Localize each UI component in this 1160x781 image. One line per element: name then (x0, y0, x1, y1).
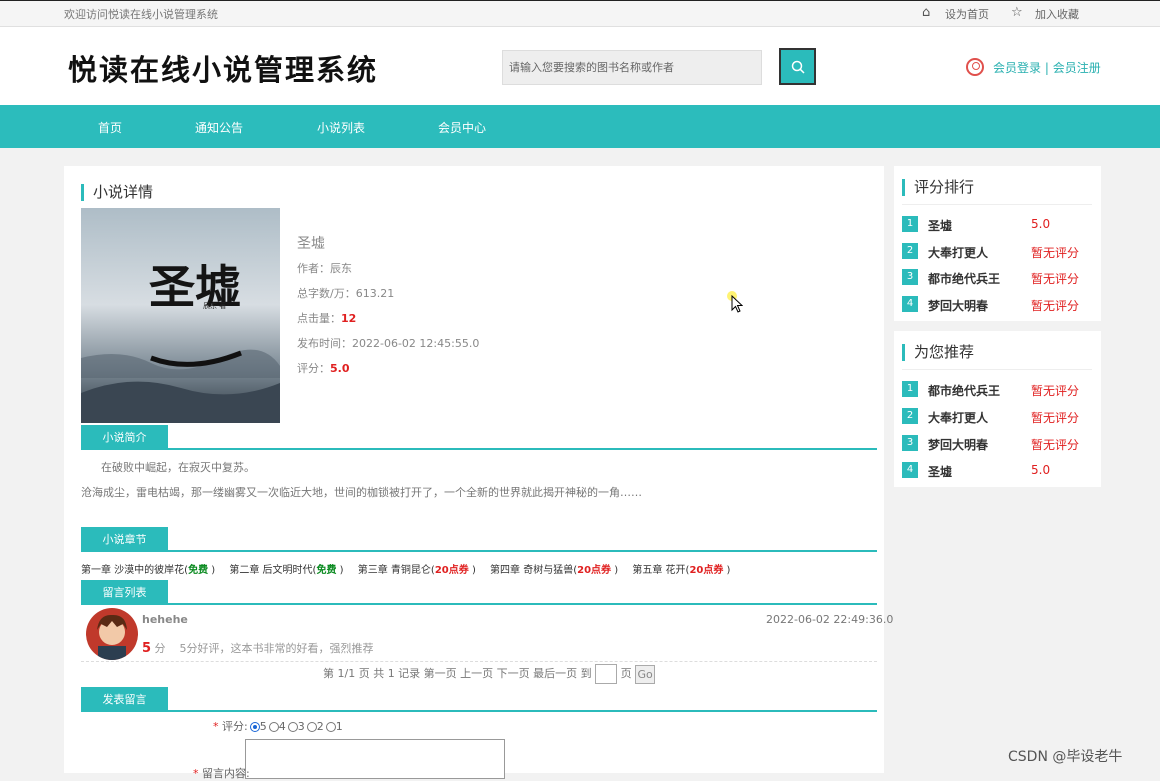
recommend-item[interactable]: 2 大奉打更人 暂无评分 (902, 408, 1092, 425)
intro-tabbar: 小说简介 (81, 425, 877, 450)
rating-radio-5[interactable] (249, 722, 260, 732)
ranking-panel: 评分排行 1 圣墟 5.0 2 大奉打更人 暂无评分 3 都市绝代兵王 暂无评分 4 梦回大明… (894, 166, 1101, 321)
header: 悦读在线小说管理系统 会员登录 | 会员注册 (0, 27, 1160, 105)
avatar (86, 608, 138, 660)
novel-publish-time: 发布时间：2022-06-02 12:45:55.0 (297, 337, 480, 350)
chapter-link-1[interactable]: 第一章 沙漠中的彼岸花(免费 ) (81, 565, 215, 576)
novel-words: 总字数/万：613.21 (297, 287, 395, 300)
recommend-title: 为您推荐 (902, 344, 974, 361)
comment-divider (81, 661, 877, 662)
cover-title-text: 圣墟 (149, 260, 241, 314)
set-home-link[interactable]: 设为首页 (945, 6, 989, 22)
recommend-item[interactable]: 1 都市绝代兵王 暂无评分 (902, 381, 1092, 398)
main-nav: 首页 通知公告 小说列表 会员中心 (0, 105, 1160, 148)
chapter-link-5[interactable]: 第五章 花开(20点券 ) (632, 565, 730, 576)
tab-chapters[interactable]: 小说章节 (81, 527, 168, 552)
chapters-tabbar: 小说章节 (81, 527, 877, 552)
page-go-button[interactable]: Go (635, 664, 656, 684)
message-textarea[interactable] (245, 739, 505, 779)
message-label: * 留言内容: (193, 767, 250, 780)
novel-clicks: 点击量：12 (297, 312, 357, 325)
site-logo[interactable]: 悦读在线小说管理系统 (68, 47, 378, 89)
comment-score: 5 (142, 641, 152, 656)
chapter-link-4[interactable]: 第四章 奇树与猛兽(20点券 ) (490, 565, 618, 576)
rating-radio-2[interactable] (306, 722, 317, 732)
page-jump-input[interactable] (595, 664, 618, 684)
rating-radio-1[interactable] (325, 722, 336, 732)
nav-member-center[interactable]: 会员中心 (438, 119, 486, 136)
search-icon (791, 60, 805, 74)
welcome-text: 欢迎访问悦读在线小说管理系统 (64, 8, 218, 21)
nav-notices[interactable]: 通知公告 (195, 119, 243, 136)
search-input[interactable] (502, 50, 762, 85)
star-icon[interactable]: ☆ (1011, 5, 1023, 20)
ranking-item[interactable]: 4 梦回大明春 暂无评分 (902, 296, 1092, 313)
ranking-title: 评分排行 (902, 179, 974, 196)
novel-score: 评分：5.0 (297, 362, 350, 375)
intro-line-2: 沧海成尘，雷电枯竭，那一缕幽雾又一次临近大地，世间的枷锁被打开了，一个全新的世界… (81, 486, 642, 499)
cover-author-text: 辰东·著 (203, 301, 226, 310)
top-bar: 欢迎访问悦读在线小说管理系统 ⌂ 设为首页 ☆ 加入收藏 (0, 0, 1160, 27)
home-icon[interactable]: ⌂ (922, 5, 930, 20)
tab-comments[interactable]: 留言列表 (81, 580, 168, 605)
chapter-list: 第一章 沙漠中的彼岸花(免费 ) 第二章 后文明时代(免费 ) 第三章 青铜昆仑… (81, 561, 741, 576)
rating-radio-3[interactable] (287, 722, 298, 732)
search-button[interactable] (779, 48, 816, 85)
comment-user: hehehe (142, 613, 188, 626)
rating-radio-4[interactable] (268, 722, 279, 732)
rating-row: * 评分: 5 4 3 2 1 (213, 720, 343, 733)
recommend-panel: 为您推荐 1 都市绝代兵王 暂无评分 2 大奉打更人 暂无评分 3 梦回大明春 暂无评分 4… (894, 331, 1101, 487)
nav-home[interactable]: 首页 (98, 119, 122, 136)
tab-intro[interactable]: 小说简介 (81, 425, 168, 450)
tab-post-comment[interactable]: 发表留言 (81, 687, 168, 712)
nav-novel-list[interactable]: 小说列表 (317, 119, 365, 136)
register-link[interactable]: 会员注册 (1053, 61, 1101, 75)
add-favorite-link[interactable]: 加入收藏 (1035, 6, 1079, 22)
auth-links: 会员登录 | 会员注册 (993, 59, 1101, 76)
detail-section-title: 小说详情 (81, 184, 153, 201)
chapter-link-2[interactable]: 第二章 后文明时代(免费 ) (229, 565, 343, 576)
comments-tabbar: 留言列表 (81, 580, 877, 605)
auth-separator: | (1044, 61, 1049, 75)
chapter-link-3[interactable]: 第三章 青铜昆仑(20点券 ) (358, 565, 476, 576)
intro-line-1: 在破败中崛起，在寂灭中复苏。 (101, 461, 255, 474)
novel-author: 作者：辰东 (297, 262, 352, 275)
recommend-item[interactable]: 4 圣墟 5.0 (902, 462, 1092, 479)
comment-time: 2022-06-02 22:49:36.0 (766, 613, 894, 626)
comment-content: 5 分 5分好评，这本书非常的好看，强烈推荐 (142, 641, 374, 656)
pagination-text[interactable]: 第 1/1 页 共 1 记录 第一页 上一页 下一页 最后一页 到 (323, 667, 592, 680)
user-icon (966, 58, 984, 76)
mouse-cursor-icon (731, 295, 743, 313)
ranking-item[interactable]: 3 都市绝代兵王 暂无评分 (902, 269, 1092, 286)
novel-name: 圣墟 (297, 236, 325, 252)
post-tabbar: 发表留言 (81, 687, 877, 712)
watermark: CSDN @毕设老牛 (1008, 749, 1123, 765)
ranking-item[interactable]: 1 圣墟 5.0 (902, 216, 1092, 233)
cover-image: 圣墟 辰东·著 (81, 208, 280, 423)
login-link[interactable]: 会员登录 (993, 61, 1041, 75)
recommend-item[interactable]: 3 梦回大明春 暂无评分 (902, 435, 1092, 452)
ranking-item[interactable]: 2 大奉打更人 暂无评分 (902, 243, 1092, 260)
pagination: 第 1/1 页 共 1 记录 第一页 上一页 下一页 最后一页 到 页 Go (323, 664, 656, 684)
